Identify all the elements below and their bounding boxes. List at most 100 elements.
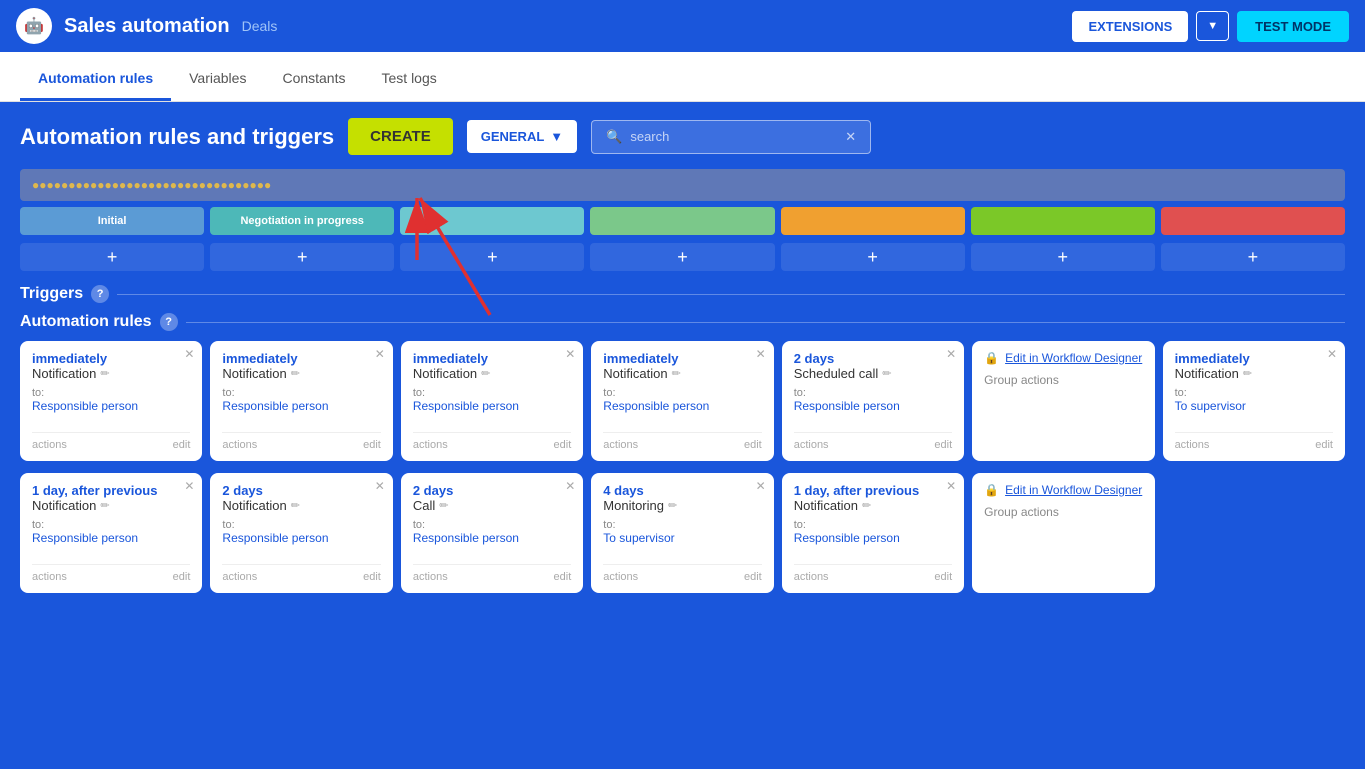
- card-5-close-button[interactable]: ✕: [946, 347, 956, 361]
- card-3-edit[interactable]: edit: [554, 439, 572, 451]
- automation-rules-help-icon[interactable]: ?: [160, 313, 178, 331]
- card-9-close-button[interactable]: ✕: [375, 479, 385, 493]
- card-5-edit[interactable]: edit: [934, 439, 952, 451]
- card-7-close-button[interactable]: ✕: [1327, 347, 1337, 361]
- card-5-actions[interactable]: actions: [794, 439, 829, 451]
- extensions-dropdown-button[interactable]: ▼: [1196, 11, 1229, 41]
- card-11-close-button[interactable]: ✕: [756, 479, 766, 493]
- automation-rules-divider: [186, 322, 1345, 323]
- tab-constants[interactable]: Constants: [264, 58, 363, 101]
- stage-2[interactable]: Negotiation in progress: [210, 207, 394, 235]
- card-4-close-button[interactable]: ✕: [756, 347, 766, 361]
- card-4-actions[interactable]: actions: [603, 439, 638, 451]
- card-2-type-edit[interactable]: ✏: [291, 367, 300, 380]
- card-1-type-edit[interactable]: ✏: [100, 367, 109, 380]
- pipeline-stages: Initial Negotiation in progress: [20, 207, 1345, 235]
- workflow-header-2: 🔒 Edit in Workflow Designer: [984, 483, 1142, 497]
- card-2-to-label: to:: [222, 387, 380, 399]
- header: 🤖 Sales automation Deals EXTENSIONS ▼ TE…: [0, 0, 1365, 52]
- card-1-person: Responsible person: [32, 399, 190, 413]
- stage-7[interactable]: [1161, 207, 1345, 235]
- card-11-type-edit[interactable]: ✏: [668, 499, 677, 512]
- card-7-person: To supervisor: [1175, 399, 1333, 413]
- card-7-type-edit[interactable]: ✏: [1243, 367, 1252, 380]
- stage-5[interactable]: [781, 207, 965, 235]
- card-10-type-edit[interactable]: ✏: [439, 499, 448, 512]
- stage-6[interactable]: [971, 207, 1155, 235]
- stage-add-1[interactable]: +: [20, 243, 204, 271]
- card-8-actions[interactable]: actions: [32, 571, 67, 583]
- search-box[interactable]: 🔍 ✕: [591, 120, 871, 154]
- testmode-button[interactable]: TEST MODE: [1237, 11, 1349, 42]
- card-12-person: Responsible person: [794, 531, 952, 545]
- stage-add-7[interactable]: +: [1161, 243, 1345, 271]
- card-3-actions[interactable]: actions: [413, 439, 448, 451]
- card-8-type-edit[interactable]: ✏: [100, 499, 109, 512]
- rule-cards-row-1: ✕ immediately Notification ✏ to: Respons…: [20, 341, 1345, 461]
- card-12-close-button[interactable]: ✕: [946, 479, 956, 493]
- stage-4[interactable]: [590, 207, 774, 235]
- card-10-close-button[interactable]: ✕: [565, 479, 575, 493]
- card-12-type-edit[interactable]: ✏: [862, 499, 871, 512]
- card-10-edit[interactable]: edit: [554, 571, 572, 583]
- workflow-designer-link-1[interactable]: Edit in Workflow Designer: [1005, 351, 1142, 365]
- card-8-close-button[interactable]: ✕: [184, 479, 194, 493]
- rule-card-3: ✕ immediately Notification ✏ to: Respons…: [401, 341, 583, 461]
- header-left: 🤖 Sales automation Deals: [16, 8, 277, 44]
- triggers-label: Triggers: [20, 285, 83, 303]
- search-clear-button[interactable]: ✕: [845, 129, 856, 145]
- pipeline-title: ●●●●●●●●●●●●●●●●●●●●●●●●●●●●●●●●●: [32, 178, 271, 192]
- card-9-type-edit[interactable]: ✏: [291, 499, 300, 512]
- card-10-actions[interactable]: actions: [413, 571, 448, 583]
- card-11-edit[interactable]: edit: [744, 571, 762, 583]
- page-title: Automation rules and triggers: [20, 124, 334, 150]
- card-2-close-button[interactable]: ✕: [375, 347, 385, 361]
- stage-3[interactable]: [400, 207, 584, 235]
- card-7-actions[interactable]: actions: [1175, 439, 1210, 451]
- card-4-to-label: to:: [603, 387, 761, 399]
- tab-test-logs[interactable]: Test logs: [364, 58, 455, 101]
- card-5-time: 2 days: [794, 351, 952, 366]
- card-11-person: To supervisor: [603, 531, 761, 545]
- card-8-edit[interactable]: edit: [173, 571, 191, 583]
- stage-add-5[interactable]: +: [781, 243, 965, 271]
- card-9-actions[interactable]: actions: [222, 571, 257, 583]
- card-1-close-button[interactable]: ✕: [184, 347, 194, 361]
- card-7-edit[interactable]: edit: [1315, 439, 1333, 451]
- card-11-to-label: to:: [603, 519, 761, 531]
- tab-bar: Automation rules Variables Constants Tes…: [0, 52, 1365, 102]
- extensions-button[interactable]: EXTENSIONS: [1072, 11, 1188, 42]
- card-10-type: Call ✏: [413, 498, 571, 513]
- card-3-close-button[interactable]: ✕: [565, 347, 575, 361]
- card-4-type-edit[interactable]: ✏: [672, 367, 681, 380]
- stage-1[interactable]: Initial: [20, 207, 204, 235]
- workflow-designer-link-2[interactable]: Edit in Workflow Designer: [1005, 483, 1142, 497]
- triggers-help-icon[interactable]: ?: [91, 285, 109, 303]
- rule-card-4: ✕ immediately Notification ✏ to: Respons…: [591, 341, 773, 461]
- card-7-type: Notification ✏: [1175, 366, 1333, 381]
- card-12-actions[interactable]: actions: [794, 571, 829, 583]
- card-9-edit[interactable]: edit: [363, 571, 381, 583]
- card-1-actions[interactable]: actions: [32, 439, 67, 451]
- stage-add-2[interactable]: +: [210, 243, 394, 271]
- card-12-edit[interactable]: edit: [934, 571, 952, 583]
- card-3-type-edit[interactable]: ✏: [481, 367, 490, 380]
- card-1-edit[interactable]: edit: [173, 439, 191, 451]
- rule-card-11: ✕ 4 days Monitoring ✏ to: To supervisor …: [591, 473, 773, 593]
- general-dropdown-button[interactable]: GENERAL ▼: [467, 120, 577, 153]
- card-4-edit[interactable]: edit: [744, 439, 762, 451]
- tab-variables[interactable]: Variables: [171, 58, 264, 101]
- search-input[interactable]: [630, 129, 837, 144]
- create-button[interactable]: CREATE: [348, 118, 453, 155]
- stage-add-6[interactable]: +: [971, 243, 1155, 271]
- stage-add-3[interactable]: +: [400, 243, 584, 271]
- card-11-actions[interactable]: actions: [603, 571, 638, 583]
- card-5-type-edit[interactable]: ✏: [882, 367, 891, 380]
- card-2-time: immediately: [222, 351, 380, 366]
- card-4-time: immediately: [603, 351, 761, 366]
- tab-automation-rules[interactable]: Automation rules: [20, 58, 171, 101]
- card-2-actions[interactable]: actions: [222, 439, 257, 451]
- stage-add-4[interactable]: +: [590, 243, 774, 271]
- group-actions-2: Group actions: [984, 505, 1142, 519]
- card-2-edit[interactable]: edit: [363, 439, 381, 451]
